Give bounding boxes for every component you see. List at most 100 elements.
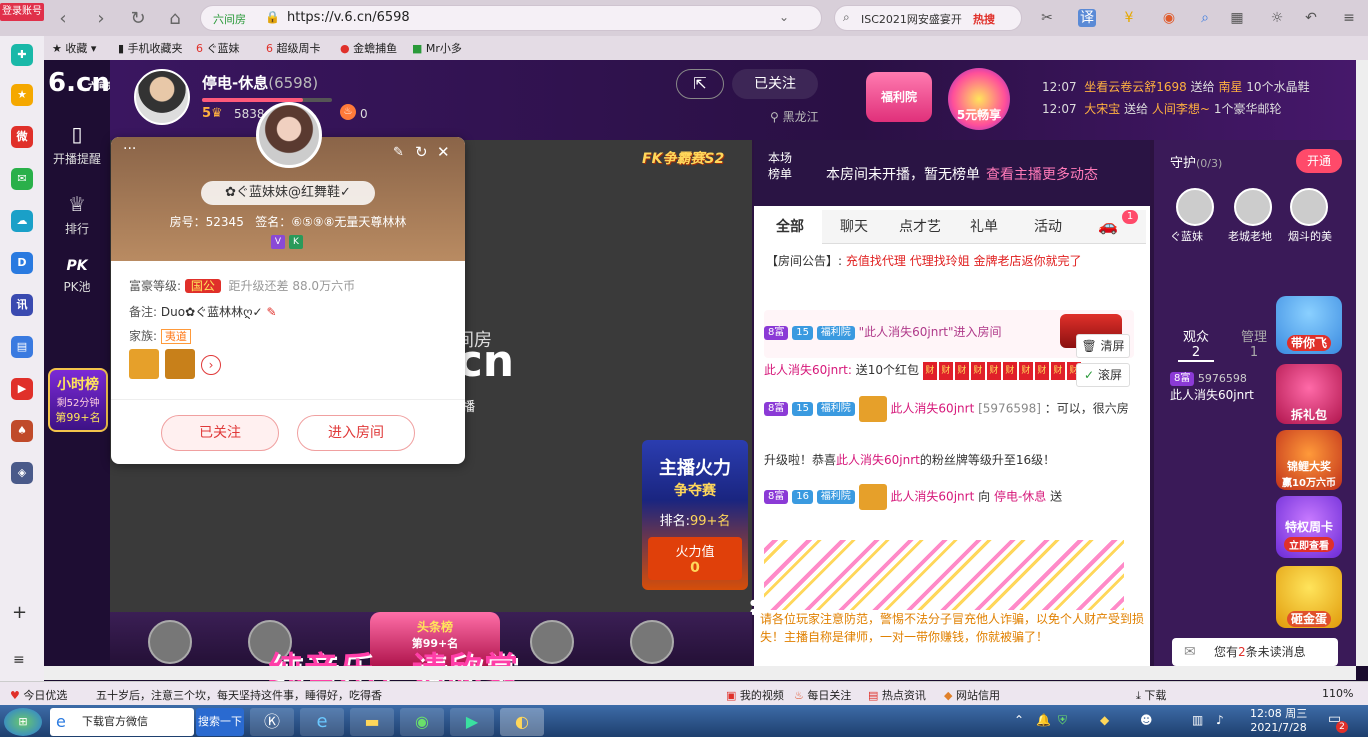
guard-avatar[interactable] — [1234, 188, 1272, 226]
red-packet-icon[interactable]: 财 — [1050, 361, 1065, 380]
k-app-icon[interactable]: Ⓚ — [250, 708, 294, 736]
hot-search-label[interactable]: 热搜 — [973, 11, 995, 27]
tab-gifts[interactable]: 礼单 — [952, 210, 1016, 244]
red-packet-icon[interactable]: 财 — [1034, 361, 1049, 380]
forward-icon[interactable]: › — [90, 8, 112, 30]
menu-icon[interactable]: ≡ — [1340, 9, 1358, 27]
hot-news-link[interactable]: ▤ 热点资讯 — [868, 687, 926, 703]
vertical-scrollbar[interactable] — [1356, 60, 1368, 666]
five-yuan-promo[interactable]: 5元畅享 — [948, 68, 1010, 130]
volume-icon[interactable]: ♪ — [1216, 713, 1224, 727]
chat-username[interactable]: 此人消失60jnrt: — [764, 363, 852, 377]
chat-username[interactable]: 此人消失60jnrt — [836, 453, 920, 467]
search-input[interactable]: ISC2021网安盛宴开 — [861, 11, 979, 27]
car-app-icon[interactable]: ◈ — [11, 462, 33, 484]
chat-username[interactable]: 此人消失60jnrt — [890, 490, 974, 504]
red-packet-group[interactable]: 财财财财财财财财财财 — [922, 361, 1083, 380]
refresh-card-icon[interactable]: ↻ — [415, 143, 428, 161]
guard-avatar[interactable] — [1290, 188, 1328, 226]
chat-anchor-name[interactable]: 停电-休息 — [994, 490, 1046, 504]
search-tool-icon[interactable]: ⌕ — [1196, 9, 1214, 27]
tray-expand-icon[interactable]: ⌃ — [1014, 713, 1024, 727]
car-icon[interactable]: 🚗 — [1098, 216, 1118, 235]
follow-button[interactable]: 已关注 — [732, 69, 818, 99]
bookmark-weekcard[interactable]: 6 超级周卡 — [266, 40, 321, 56]
apps-grid-icon[interactable]: ▦ — [1228, 9, 1246, 27]
red-packet-icon[interactable]: 财 — [1002, 361, 1017, 380]
zoom-level[interactable]: 110% — [1322, 687, 1353, 700]
address-bar[interactable]: 六间房 🔒 https://v.6.cn/6598 ⌄ — [200, 5, 822, 31]
refresh-icon[interactable]: ↻ — [127, 8, 149, 30]
more-icon[interactable]: ··· — [123, 141, 136, 157]
red-packet-icon[interactable]: 财 — [954, 361, 969, 380]
chevron-right-icon[interactable]: › — [201, 355, 221, 375]
undo-icon[interactable]: ↶ — [1302, 9, 1320, 27]
scissors-icon[interactable]: ✂ — [1038, 9, 1056, 27]
bell-icon[interactable]: 🔔 — [1036, 713, 1051, 727]
mail-app-icon[interactable]: ✉ — [11, 168, 33, 190]
list-icon[interactable]: ≡ — [13, 652, 25, 668]
tab-talent[interactable]: 点才艺 — [888, 210, 952, 244]
seat-avatar[interactable] — [148, 620, 192, 664]
chevron-down-icon[interactable]: ⌄ — [779, 10, 789, 24]
fly-promo[interactable]: 带你飞 — [1276, 296, 1342, 354]
chat-username[interactable]: 此人消失60jnrt — [890, 402, 974, 416]
bookmark-fish[interactable]: ● 金蟾捕鱼 — [340, 40, 397, 56]
gift-receiver[interactable]: 人间李想~ — [1152, 102, 1210, 116]
nav-live-remind[interactable]: ▯ 开播提醒 — [44, 122, 110, 167]
weibo-app-icon[interactable]: 微 — [11, 126, 33, 148]
horizontal-scrollbar[interactable] — [44, 666, 1356, 680]
fire-contest-widget[interactable]: 主播火力 争夺赛 排名:99+名 火力值 0 — [642, 440, 748, 590]
network-icon[interactable]: ▥ — [1192, 713, 1203, 727]
qq-icon[interactable]: ☻ — [1140, 713, 1153, 727]
edit-icon[interactable]: ✎ — [393, 145, 404, 160]
welfare-promo[interactable]: 福利院 — [866, 72, 932, 122]
news-ticker[interactable]: 五十岁后，注意三个坎，每天坚持这件事，睡得好，吃得香 — [96, 687, 408, 703]
followed-button[interactable]: 已关注 — [161, 415, 279, 451]
medal-icon[interactable] — [165, 349, 195, 379]
hour-rank-widget[interactable]: 小时榜 剩52分钟 第99+名 — [48, 368, 108, 432]
guard-avatar[interactable] — [1176, 188, 1214, 226]
home-icon[interactable]: ⌂ — [164, 8, 186, 30]
edit-note-icon[interactable]: ✎ — [266, 305, 276, 319]
gift-sender[interactable]: 坐看云卷云舒1698 — [1084, 80, 1187, 94]
download-link[interactable]: ⤓ 下载 — [1136, 687, 1166, 703]
nav-rank[interactable]: ♕ 排行 — [44, 192, 110, 237]
rank-more-link[interactable]: 查看主播更多动态 — [986, 164, 1098, 184]
brightness-icon[interactable]: ☼ — [1268, 9, 1286, 27]
tab-chat[interactable]: 聊天 — [822, 210, 886, 244]
gift-pack-promo[interactable]: 拆礼包 — [1276, 364, 1342, 424]
bookmark-lanmei[interactable]: 6 ぐ蓝妹 — [196, 40, 240, 56]
tab-activity[interactable]: 活动 — [1016, 210, 1080, 244]
scroll-screen-button[interactable]: ✓ 滚屏 — [1076, 363, 1130, 387]
clear-screen-button[interactable]: 🗑 清屏 — [1076, 334, 1130, 358]
docs-app-icon[interactable]: D — [11, 252, 33, 274]
player-icon[interactable]: ▶ — [450, 708, 494, 736]
open-guard-button[interactable]: 开通 — [1296, 149, 1342, 173]
red-packet-icon[interactable]: 财 — [970, 361, 985, 380]
red-packet-icon[interactable]: 财 — [1018, 361, 1033, 380]
koi-promo[interactable]: 锦鲤大奖 赢10万六币 — [1276, 430, 1342, 490]
shield-icon[interactable]: ⛨ — [1058, 713, 1067, 728]
security-icon[interactable]: ◆ — [1100, 713, 1109, 727]
card-avatar[interactable] — [256, 102, 322, 168]
anchor-avatar[interactable] — [134, 69, 190, 125]
enter-room-button[interactable]: 进入房间 — [297, 415, 415, 451]
close-icon[interactable]: ✕ — [437, 143, 450, 161]
video-app-icon[interactable]: ▶ — [11, 378, 33, 400]
unread-messages[interactable]: ✉ 您有2条未读消息 — [1172, 638, 1338, 666]
red-packet-icon[interactable]: 财 — [922, 361, 937, 380]
pk-contest-badge[interactable]: FK争霸赛S2 — [642, 148, 724, 168]
family-badge[interactable]: 夷道 — [160, 329, 191, 344]
rank-label[interactable]: 本场 榜单 — [768, 150, 792, 182]
cloud-app-icon[interactable]: ☁ — [11, 210, 33, 232]
translate-icon[interactable]: 译 — [1078, 9, 1096, 27]
my-video-link[interactable]: ▣ 我的视频 — [726, 687, 784, 703]
seat-avatar[interactable] — [530, 620, 574, 664]
login-button[interactable]: 登录账号 — [0, 3, 44, 21]
game-app-icon[interactable]: ♠ — [11, 420, 33, 442]
bookmark-mobile[interactable]: ▮ 手机收藏夹 — [118, 40, 183, 56]
bookmark-favorites[interactable]: ★ 收藏 ▾ — [52, 40, 96, 56]
taskbar-search-button[interactable]: 搜索一下 — [196, 708, 244, 736]
game-icon[interactable]: ◉ — [1160, 9, 1178, 27]
